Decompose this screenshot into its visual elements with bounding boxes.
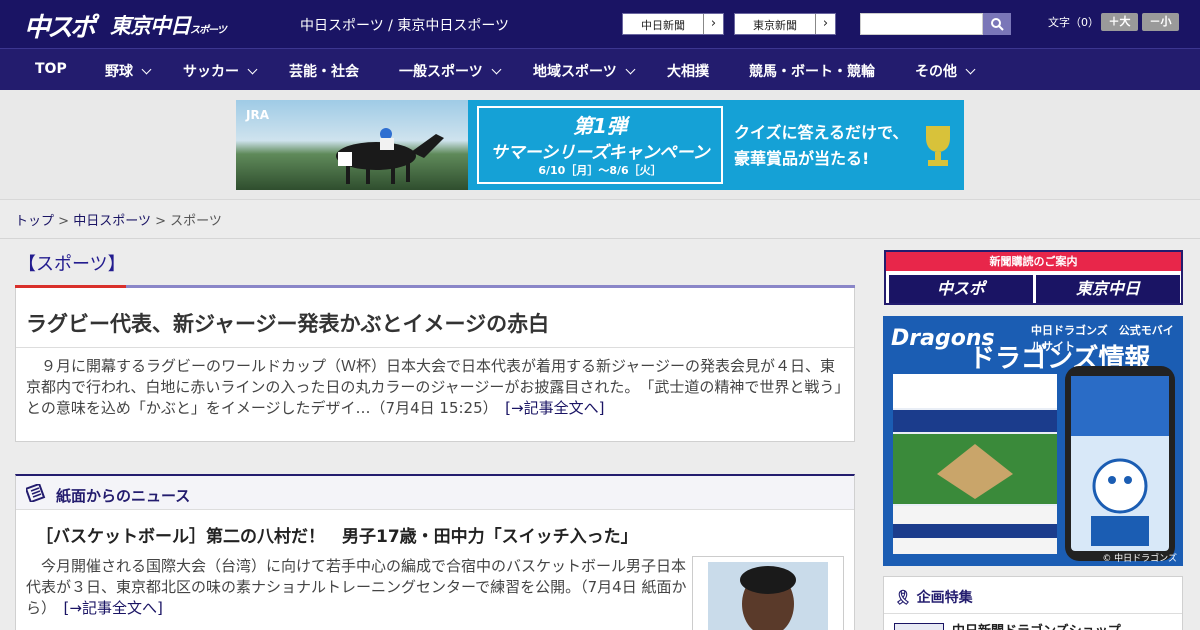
campaign-dates: 6/10［月］～8/6［火］ [538,164,662,177]
main-nav: TOP 野球 サッカー 芸能・社会 一般スポーツ 地域スポーツ 大相撲 競馬・ボ… [0,48,1200,90]
nav-item-baseball[interactable]: 野球 [105,61,152,81]
player-silhouette [740,566,796,630]
site-header: 中スポ 東京中日スポーツ 中日スポーツ / 東京中日スポーツ 中日新聞 › 東京… [0,0,1200,48]
quiz-line-1: クイズに答えるだけで、 [734,123,909,142]
search-icon [991,18,1004,31]
phone-mockup [1065,366,1175,561]
news-section-heading: 紙面からのニュース [56,487,191,505]
nav-item-regional-sports[interactable]: 地域スポーツ [533,61,636,81]
nav-label: 競馬・ボート・競輪 [749,64,875,80]
newspaper-icon [26,484,46,502]
nav-label: その他 [915,64,957,80]
nav-label: 一般スポーツ [399,64,483,80]
breadcrumb: トップ > 中日スポーツ > スポーツ [15,210,222,229]
subscription-banner[interactable]: 新聞購読のご案内 中スポ 東京中日 [884,250,1183,305]
scoreboard-screenshot [893,374,1057,554]
campaign-title: サマーシリーズキャンペーン [490,143,710,163]
nav-label: 大相撲 [667,64,709,80]
player-photo [708,562,828,630]
horse-photo: JRA [236,100,468,190]
font-bigger-button[interactable]: ＋大 [1101,13,1138,31]
nav-item-sumo[interactable]: 大相撲 [667,61,709,81]
chevron-down-icon [491,64,502,75]
nav-label: サッカー [183,64,239,80]
tokyo-chunichi-logo[interactable]: 東京中日スポーツ [110,10,227,40]
site-link[interactable]: 中日スポーツ / 東京中日スポーツ [300,15,509,35]
breadcrumb-separator: > [58,214,70,229]
newspaper-news-section: 紙面からのニュース ［バスケットボール］第二の八村だ！ 男子17歳・田中力「スイ… [15,474,855,630]
ad-area: JRA 第1弾 サマーシリーズキャンペーン 6/10［月］～8/6［火］ クイズ… [0,90,1200,200]
dragons-mobile-ad[interactable]: Dragons 中日ドラゴンズ 公式モバイルサイト ドラゴンズ情報 © 中日ドラ… [883,316,1183,566]
tokyo-shimbun-label: 東京新聞 [753,19,797,32]
campaign-number: 第1弾 [573,114,627,138]
search-input[interactable] [860,13,983,35]
subscription-heading: 新聞購読のご案内 [886,252,1181,271]
font-smaller-button[interactable]: －小 [1142,13,1179,31]
special-features-heading: 🎗 企画特集 [894,587,973,607]
dragons-shop-link[interactable]: 中日新聞ドラゴンズショップ [952,620,1121,630]
trophy-icon [926,126,950,166]
chevron-right-icon: › [815,14,835,34]
chevron-down-icon [965,64,976,75]
chevron-down-icon [141,64,152,75]
chevron-right-icon: › [703,14,723,34]
divider [16,347,854,348]
article-title[interactable]: ラグビー代表、新ジャージー発表かぶとイメージの赤白 [26,308,549,338]
nav-item-racing[interactable]: 競馬・ボート・競輪 [749,61,875,81]
search-button[interactable] [983,13,1011,35]
article-body: ９月に開幕するラグビーのワールドカップ（Ｗ杯）日本大会で日本代表が着用する新ジャ… [26,357,842,417]
news-article-summary: 今月開催される国際大会（台湾）に向けて若手中心の編成で合宿中のバスケットボール男… [26,556,688,619]
quiz-line-2: 豪華賞品が当たる! [734,149,870,168]
special-features-label: 企画特集 [916,590,973,606]
subscribe-chuspo-button[interactable]: 中スポ [889,275,1033,303]
tokyo-logo-text: 東京中日 [110,14,191,38]
phone-screen [1071,376,1169,551]
tokyo-logo-suffix: スポーツ [190,25,227,36]
special-features-box: 🎗 企画特集 中日新聞ドラゴンズショップ [883,576,1183,630]
nav-label: 野球 [105,64,133,80]
breadcrumb-chunichi-sports-link[interactable]: 中日スポーツ [73,214,151,229]
dragons-shop-thumbnail[interactable] [894,623,944,630]
jra-logo: JRA [246,108,269,122]
campaign-box: 第1弾 サマーシリーズキャンペーン 6/10［月］～8/6［火］ [477,106,723,184]
divider [0,238,1200,239]
horse-illustration [336,128,444,184]
article-more-link[interactable]: [→記事全文へ] [505,399,604,417]
nav-item-entertainment[interactable]: 芸能・社会 [289,61,359,81]
nav-item-top[interactable]: TOP [35,61,67,77]
mascot-illustration [1071,376,1169,546]
nav-item-soccer[interactable]: サッカー [183,61,258,81]
nav-label: 芸能・社会 [289,64,359,80]
page-title: 【スポーツ】 [18,254,126,275]
chevron-down-icon [625,64,636,75]
nav-label: TOP [35,61,67,77]
news-article-title[interactable]: ［バスケットボール］第二の八村だ！ 男子17歳・田中力「スイッチ入った」 [36,522,638,547]
article-summary: ９月に開幕するラグビーのワールドカップ（Ｗ杯）日本大会で日本代表が着用する新ジャ… [26,356,846,419]
nav-label: 地域スポーツ [533,64,617,80]
tokyo-shimbun-button[interactable]: 東京新聞 › [734,13,836,35]
font-size-label: 文字（0） [1048,16,1099,29]
chunichi-shimbun-label: 中日新聞 [641,19,685,32]
article-card: ラグビー代表、新ジャージー発表かぶとイメージの赤白 ９月に開幕するラグビーのワー… [15,288,855,442]
subscribe-tokyo-button[interactable]: 東京中日 [1036,275,1180,303]
chevron-down-icon [247,64,258,75]
jra-banner-ad[interactable]: JRA 第1弾 サマーシリーズキャンペーン 6/10［月］～8/6［火］ クイズ… [236,100,964,190]
nav-item-general-sports[interactable]: 一般スポーツ [399,61,502,81]
chuspo-logo[interactable]: 中スポ [24,7,96,44]
news-more-link[interactable]: [→記事全文へ] [64,599,163,617]
nav-item-other[interactable]: その他 [915,61,976,81]
ribbon-icon: 🎗 [894,590,912,606]
chunichi-shimbun-button[interactable]: 中日新聞 › [622,13,724,35]
quiz-text: クイズに答えるだけで、 豪華賞品が当たる! [734,120,908,172]
divider [884,613,1182,614]
breadcrumb-current: スポーツ [170,214,222,229]
breadcrumb-separator: > [155,214,166,229]
news-thumbnail[interactable] [692,556,844,630]
dragons-copyright: © 中日ドラゴンズ [1102,554,1177,564]
scoreboard-graphic [893,374,1057,554]
news-section-header: 紙面からのニュース [16,476,854,510]
breadcrumb-top-link[interactable]: トップ [15,214,54,229]
